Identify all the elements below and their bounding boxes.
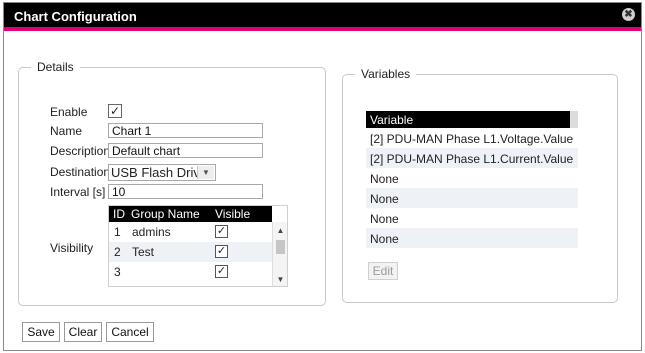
dialog-titlebar: Chart Configuration ✖ — [4, 3, 641, 31]
row-id: 1 — [114, 225, 121, 239]
chevron-down-icon[interactable]: ▼ — [197, 166, 214, 179]
variables-legend: Variables — [361, 67, 411, 81]
list-item[interactable]: [2] PDU-MAN Phase L1.Voltage.Value — [366, 128, 578, 148]
visibility-scrollbar[interactable]: ▲ ▼ — [272, 222, 287, 286]
cancel-button[interactable]: Cancel — [106, 322, 154, 342]
enable-label: Enable — [50, 105, 88, 119]
destination-select[interactable]: USB Flash Drive ▼ — [108, 164, 216, 181]
list-item[interactable]: [2] PDU-MAN Phase L1.Current.Value — [366, 148, 578, 168]
interval-input[interactable] — [108, 184, 263, 199]
visible-checkbox[interactable]: ✓ — [215, 225, 228, 238]
variables-table-header: Variable — [366, 111, 570, 128]
details-legend: Details — [37, 60, 74, 74]
list-item[interactable]: None — [366, 208, 578, 228]
interval-label: Interval [s] — [50, 185, 106, 199]
description-input[interactable] — [108, 143, 263, 158]
scrollbar-thumb[interactable] — [276, 240, 285, 254]
name-input[interactable] — [108, 123, 263, 138]
table-row[interactable]: 3 ✓ — [109, 262, 272, 282]
table-row[interactable]: 2 Test ✓ — [109, 242, 272, 262]
description-label: Description — [50, 144, 111, 158]
col-visible-header: Visible — [215, 207, 251, 221]
save-button[interactable]: Save — [22, 322, 60, 342]
list-item[interactable]: None — [366, 228, 578, 248]
list-item[interactable]: None — [366, 188, 578, 208]
visible-checkbox[interactable]: ✓ — [215, 265, 228, 278]
visibility-table: ID Group Name Visible 1 admins ✓ 2 Test … — [108, 205, 288, 287]
dialog-title: Chart Configuration — [14, 9, 137, 24]
row-id: 2 — [114, 245, 121, 259]
edit-button[interactable]: Edit — [368, 262, 398, 280]
scroll-down-icon[interactable]: ▼ — [273, 275, 287, 285]
list-item[interactable]: None — [366, 168, 578, 188]
variables-table: Variable [2] PDU-MAN Phase L1.Voltage.Va… — [366, 111, 578, 248]
visible-checkbox[interactable]: ✓ — [215, 245, 228, 258]
enable-checkbox[interactable]: ✓ — [108, 104, 122, 118]
destination-label: Destination — [50, 165, 111, 179]
scroll-up-icon[interactable]: ▲ — [273, 226, 287, 236]
visibility-table-header: ID Group Name Visible — [109, 206, 272, 222]
variables-header-edge — [570, 111, 578, 128]
close-icon[interactable]: ✖ — [622, 8, 635, 21]
row-group-name: Test — [132, 245, 155, 259]
row-group-name: admins — [132, 225, 171, 239]
name-label: Name — [50, 124, 83, 138]
destination-value: USB Flash Drive — [111, 165, 208, 180]
row-id: 3 — [114, 265, 121, 279]
col-group-header: Group Name — [131, 207, 200, 221]
table-row[interactable]: 1 admins ✓ — [109, 222, 272, 242]
visibility-label: Visibility — [50, 241, 94, 255]
col-id-header: ID — [113, 207, 125, 221]
clear-button[interactable]: Clear — [64, 322, 102, 342]
